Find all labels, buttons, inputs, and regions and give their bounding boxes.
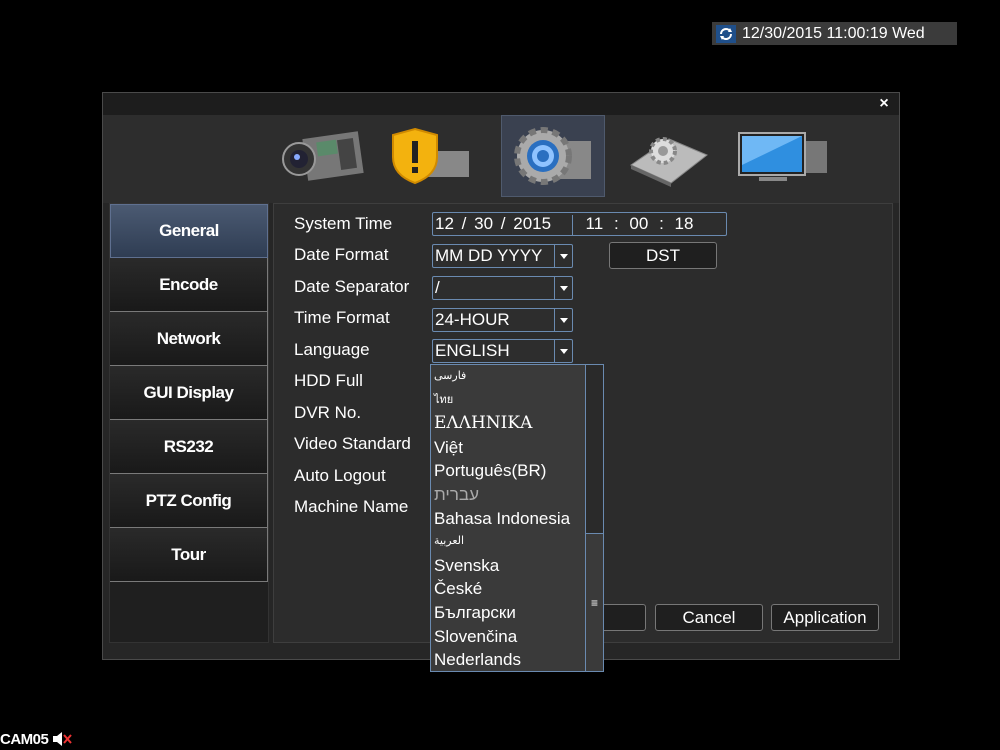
info-tool[interactable] [729, 115, 833, 197]
chevron-down-icon[interactable] [554, 340, 572, 362]
chevron-down-icon[interactable] [554, 277, 572, 299]
dst-button[interactable]: DST [609, 242, 717, 269]
sidebar-item-tour[interactable]: Tour [110, 528, 268, 582]
scrollbar-thumb[interactable]: ≡ [586, 533, 603, 671]
alarm-tool[interactable] [379, 115, 483, 197]
sidebar-item-encode[interactable]: Encode [110, 258, 268, 312]
machine-name-label: Machine Name [294, 497, 409, 516]
time-divider [571, 214, 573, 235]
sidebar-item-ptz-config[interactable]: PTZ Config [110, 474, 268, 528]
language-value: ENGLISH [435, 341, 510, 360]
time-format-label: Time Format [294, 308, 390, 327]
sidebar-item-general[interactable]: General [110, 204, 268, 258]
day-value[interactable]: 30 [474, 214, 493, 233]
language-option[interactable]: Български [434, 601, 584, 625]
second-value[interactable]: 18 [675, 214, 694, 233]
record-tool[interactable] [271, 115, 375, 197]
language-label: Language [294, 340, 370, 359]
system-info-icon [738, 132, 827, 181]
sync-icon [716, 24, 736, 43]
language-option[interactable]: Svenska [434, 554, 584, 578]
date-format-label: Date Format [294, 245, 389, 264]
datetime-display: 12/30/2015 11:00:19 Wed [712, 22, 957, 45]
system-time-label: System Time [294, 214, 393, 233]
language-option[interactable]: České [434, 577, 584, 601]
record-icon [282, 131, 364, 181]
language-option[interactable]: Bahasa Indonesia [434, 507, 584, 531]
language-option[interactable]: Português(BR) [434, 459, 584, 483]
category-toolbar [103, 115, 899, 203]
language-option[interactable]: ΕΛΛΗΝΙΚΑ [434, 412, 584, 436]
date-separator-glyph: / [500, 214, 506, 233]
time-format-select[interactable]: 24-HOUR [432, 308, 573, 332]
date-separator-value: / [435, 278, 440, 297]
minute-value[interactable]: 00 [629, 214, 648, 233]
cancel-button[interactable]: Cancel [655, 604, 763, 631]
language-option[interactable]: فارسی [434, 365, 584, 389]
hdd-full-label: HDD Full [294, 371, 363, 390]
auto-logout-label: Auto Logout [294, 466, 386, 485]
dialog-titlebar: × [103, 93, 899, 115]
time-separator-glyph: : [613, 214, 619, 233]
sidebar-item-rs232[interactable]: RS232 [110, 420, 268, 474]
date-format-select[interactable]: MM DD YYYY [432, 244, 573, 268]
date-separator-glyph: / [461, 214, 467, 233]
language-option[interactable]: العربية [434, 530, 584, 554]
language-option[interactable]: עברית [434, 483, 584, 507]
date-separator-label: Date Separator [294, 277, 410, 296]
close-button[interactable]: × [875, 94, 893, 114]
language-option[interactable]: Slovenčina [434, 625, 584, 649]
settings-sidebar: General Encode Network GUI Display RS232… [109, 203, 269, 643]
application-button[interactable]: Application [771, 604, 879, 631]
system-tool[interactable] [501, 115, 605, 197]
month-value[interactable]: 12 [435, 214, 454, 233]
speaker-mute-icon [53, 732, 73, 746]
chevron-down-icon[interactable] [554, 245, 572, 267]
date-separator-select[interactable]: / [432, 276, 573, 300]
hour-value[interactable]: 11 [586, 214, 604, 233]
chevron-down-icon[interactable] [554, 309, 572, 331]
year-value[interactable]: 2015 [513, 214, 551, 233]
language-dropdown-list[interactable]: فارسی ไทย ΕΛΛΗΝΙΚΑ Việt Português(BR) עב… [430, 364, 604, 672]
sidebar-item-gui-display[interactable]: GUI Display [110, 366, 268, 420]
advanced-settings-icon [629, 137, 708, 187]
language-option[interactable]: Nederlands [434, 648, 584, 672]
time-format-value: 24-HOUR [435, 310, 510, 329]
dropdown-scrollbar[interactable]: ≡ [585, 365, 603, 671]
language-select[interactable]: ENGLISH [432, 339, 573, 363]
camera-name: CAM05 [0, 730, 49, 748]
sidebar-item-network[interactable]: Network [110, 312, 268, 366]
date-format-value: MM DD YYYY [435, 246, 543, 265]
language-option[interactable]: Việt [434, 436, 584, 460]
advanced-tool[interactable] [613, 115, 717, 197]
language-option[interactable]: ไทย [434, 389, 584, 413]
time-separator-glyph: : [659, 214, 664, 233]
datetime-text: 12/30/2015 11:00:19 Wed [742, 24, 925, 42]
camera-label: CAM05 [0, 730, 73, 748]
system-settings-icon [514, 127, 591, 185]
system-time-field[interactable]: 12 / 30 / 2015 11 : 00 : 18 [432, 212, 727, 236]
video-standard-label: Video Standard [294, 434, 411, 453]
alarm-icon [392, 127, 469, 185]
dvr-no-label: DVR No. [294, 403, 362, 422]
